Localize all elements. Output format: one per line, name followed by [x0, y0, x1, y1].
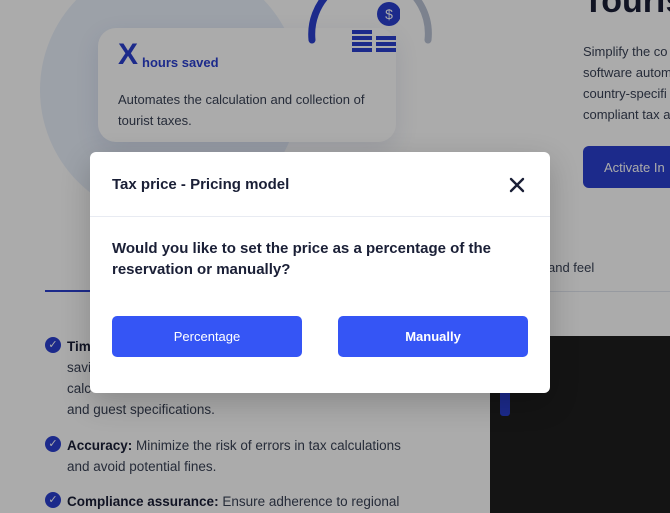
pricing-model-dialog: Tax price - Pricing model Would you like… — [90, 152, 550, 393]
dialog-title: Tax price - Pricing model — [112, 176, 290, 193]
percentage-button[interactable]: Percentage — [112, 316, 302, 357]
dialog-question: Would you like to set the price as a per… — [112, 240, 491, 278]
dialog-header: Tax price - Pricing model — [90, 152, 550, 217]
manually-button[interactable]: Manually — [338, 316, 528, 357]
close-icon — [509, 177, 525, 193]
close-button[interactable] — [504, 172, 530, 198]
